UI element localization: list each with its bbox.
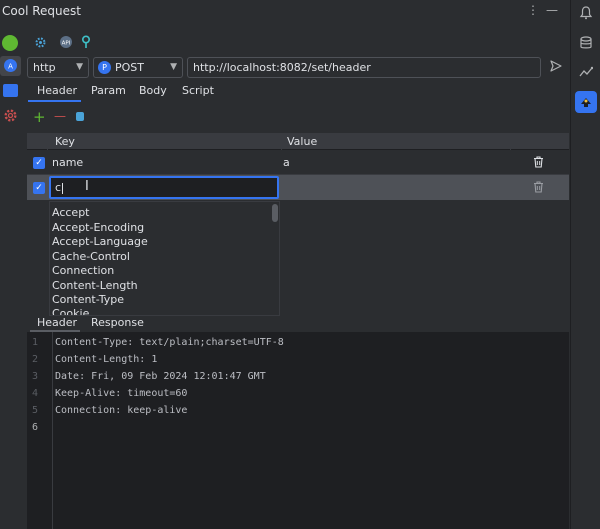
active-tab-indicator <box>28 100 81 102</box>
svg-text:API: API <box>62 41 71 47</box>
table-row[interactable] <box>27 150 569 175</box>
row-checkbox[interactable]: ✓ <box>33 182 45 194</box>
window-title: Cool Request <box>2 4 81 18</box>
svg-text:A: A <box>8 63 13 71</box>
left-tool-strip: A <box>0 26 22 529</box>
settings-gear-icon[interactable] <box>3 108 18 123</box>
header-key[interactable]: name <box>52 156 83 169</box>
chevron-down-icon: ▼ <box>170 62 177 72</box>
copy-icon[interactable] <box>76 112 84 121</box>
suggestion-item[interactable]: Accept-Language <box>52 235 148 249</box>
line-number: 6 <box>32 422 39 433</box>
suggestion-item[interactable]: Content-Length <box>52 279 138 293</box>
database-icon[interactable] <box>575 32 597 54</box>
column-value: Value <box>287 135 318 148</box>
code-line: Date: Fri, 09 Feb 2024 12:01:47 GMT <box>55 371 266 382</box>
suggestion-item[interactable]: Accept-Encoding <box>52 221 144 235</box>
line-number: 4 <box>32 388 39 399</box>
right-tool-strip <box>570 0 600 529</box>
cool-request-tool-icon[interactable] <box>575 91 597 113</box>
add-header-button[interactable]: + <box>33 108 46 126</box>
response-tab-header[interactable]: Header <box>37 316 77 329</box>
suggestion-item[interactable]: Accept <box>52 206 90 220</box>
header-value[interactable]: a <box>283 156 290 169</box>
url-input[interactable]: http://localhost:8082/set/header <box>187 57 541 78</box>
post-method-icon: P <box>98 61 111 74</box>
row-checkbox[interactable]: ✓ <box>33 157 45 169</box>
trash-icon[interactable] <box>533 156 544 168</box>
options-menu-icon[interactable]: ⋮ <box>526 3 540 17</box>
gutter-divider <box>52 332 53 529</box>
code-line: Content-Type: text/plain;charset=UTF-8 <box>55 337 284 348</box>
title-bar <box>0 0 570 22</box>
line-number: 5 <box>32 405 39 416</box>
code-line: Connection: keep-alive <box>55 405 188 416</box>
send-icon[interactable] <box>549 59 565 75</box>
suggestion-item[interactable]: Cache-Control <box>52 250 130 264</box>
autocomplete-popup: Accept Accept-Encoding Accept-Language C… <box>49 201 280 316</box>
minimize-icon[interactable]: — <box>545 3 559 17</box>
chevron-down-icon: ▼ <box>76 62 83 72</box>
line-number: 3 <box>32 371 39 382</box>
trash-icon[interactable] <box>533 181 544 193</box>
code-line: Content-Length: 1 <box>55 354 158 365</box>
popup-scrollbar[interactable] <box>272 204 278 222</box>
text-caret <box>62 182 64 194</box>
line-number: 1 <box>32 337 39 348</box>
tab-body[interactable]: Body <box>139 84 167 102</box>
api-list-tab[interactable]: A <box>0 56 21 76</box>
line-number: 2 <box>32 354 39 365</box>
tab-param[interactable]: Param <box>91 84 126 102</box>
header-key-input-value: c <box>55 181 62 194</box>
code-line: Keep-Alive: timeout=60 <box>55 388 188 399</box>
spring-icon[interactable] <box>2 35 18 51</box>
remove-header-button[interactable]: — <box>54 109 66 123</box>
protocol-select[interactable]: http ▼ <box>27 57 89 78</box>
method-value: POST <box>115 61 144 74</box>
notifications-icon[interactable] <box>575 2 597 24</box>
suggestion-item[interactable]: Connection <box>52 264 114 278</box>
window-icon[interactable] <box>3 84 18 97</box>
api-icon[interactable]: API <box>58 34 74 50</box>
pin-icon[interactable] <box>78 34 94 50</box>
text-cursor-icon: I <box>85 179 89 194</box>
protocol-value: http <box>33 61 56 74</box>
method-select[interactable]: P POST ▼ <box>93 57 183 78</box>
gear-link-icon[interactable] <box>32 34 48 50</box>
url-value: http://localhost:8082/set/header <box>193 61 371 74</box>
response-tab-response[interactable]: Response <box>91 316 144 329</box>
column-key: Key <box>55 135 75 148</box>
tab-script[interactable]: Script <box>182 84 214 102</box>
suggestion-item[interactable]: Content-Type <box>52 293 124 307</box>
header-key-input[interactable]: c <box>49 176 279 199</box>
endpoints-icon[interactable] <box>575 61 597 83</box>
